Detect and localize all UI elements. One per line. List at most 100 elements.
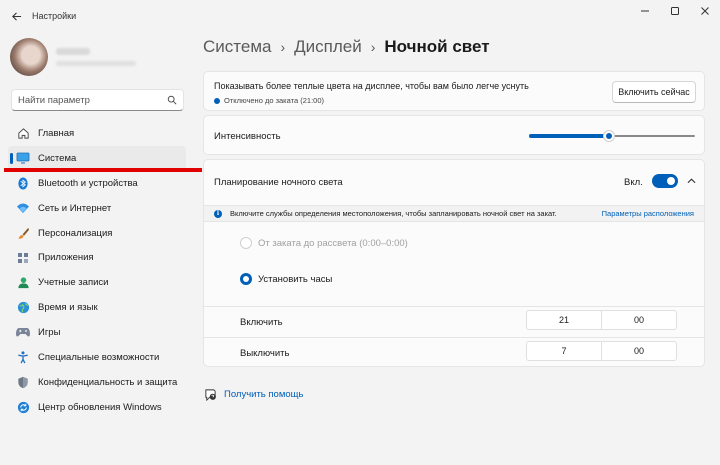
shield-icon xyxy=(16,375,30,389)
bluetooth-icon xyxy=(16,176,30,190)
intensity-card: Интенсивность xyxy=(203,115,705,155)
sidebar-item-home[interactable]: Главная xyxy=(8,121,186,146)
sidebar-item-windows-update[interactable]: Центр обновления Windows xyxy=(8,395,186,420)
minimize-icon xyxy=(641,10,649,12)
breadcrumb-display[interactable]: Дисплей xyxy=(294,37,362,57)
info-text: Включите службы определения местоположен… xyxy=(230,209,557,218)
schedule-card: Планирование ночного света Вкл. i Включи… xyxy=(203,159,705,367)
back-arrow-icon xyxy=(11,11,21,21)
breadcrumb-system[interactable]: Система xyxy=(203,37,271,57)
intensity-label: Интенсивность xyxy=(214,131,281,142)
option-set-hours[interactable]: Установить часы xyxy=(240,273,332,285)
sidebar-item-label: Конфиденциальность и защита xyxy=(38,376,178,388)
turn-on-time-picker[interactable]: 21 00 xyxy=(526,310,677,330)
sidebar-item-accessibility[interactable]: Специальные возможности xyxy=(8,345,186,370)
turn-on-hour[interactable]: 21 xyxy=(527,311,602,329)
avatar xyxy=(10,38,48,76)
turn-off-time-row: Выключить 7 00 xyxy=(204,337,704,366)
location-settings-link[interactable]: Параметры расположения xyxy=(602,209,694,218)
title-bar: Настройки xyxy=(0,0,720,32)
breadcrumb-separator: › xyxy=(280,39,286,55)
intensity-slider[interactable] xyxy=(529,130,695,142)
collapse-button[interactable] xyxy=(684,174,698,188)
sidebar-item-bluetooth[interactable]: Bluetooth и устройства xyxy=(8,171,186,196)
option-sunset-to-sunrise: От заката до рассвета (0:00–0:00) xyxy=(240,237,408,249)
radio-sunset xyxy=(240,237,252,249)
home-icon xyxy=(16,126,30,140)
globe-icon xyxy=(16,301,30,315)
sidebar-item-privacy[interactable]: Конфиденциальность и защита xyxy=(8,370,186,395)
slider-fill xyxy=(529,134,609,138)
brush-icon xyxy=(16,226,30,240)
schedule-header[interactable]: Планирование ночного света Вкл. xyxy=(204,160,704,205)
sidebar-item-label: Игры xyxy=(38,327,61,339)
user-profile[interactable] xyxy=(10,38,136,76)
apps-icon xyxy=(16,251,30,265)
maximize-button[interactable] xyxy=(660,0,690,22)
app-title: Настройки xyxy=(32,11,77,21)
night-light-description: Показывать более теплые цвета на дисплее… xyxy=(214,81,529,91)
turn-off-label: Выключить xyxy=(240,348,290,359)
sidebar-item-label: Время и язык xyxy=(38,302,98,314)
turn-on-now-button[interactable]: Включить сейчас xyxy=(612,81,696,103)
night-light-status: Отключено до заката (21:00) xyxy=(214,96,324,105)
turn-on-time-row: Включить 21 00 xyxy=(204,306,704,337)
turn-on-label: Включить xyxy=(240,317,283,328)
turn-off-time-picker[interactable]: 7 00 xyxy=(526,341,677,361)
sidebar-item-label: Bluetooth и устройства xyxy=(38,177,138,189)
accessibility-icon xyxy=(16,350,30,364)
sidebar-item-label: Специальные возможности xyxy=(38,351,160,363)
sidebar-nav: Главная Система Bluetooth и устройства С… xyxy=(8,121,186,420)
chevron-up-icon xyxy=(687,178,695,184)
sidebar: Главная Система Bluetooth и устройства С… xyxy=(0,32,196,465)
sidebar-item-label: Система xyxy=(38,152,77,164)
maximize-icon xyxy=(671,7,679,15)
help-icon xyxy=(203,387,217,401)
sidebar-item-gaming[interactable]: Игры xyxy=(8,320,186,345)
search-box[interactable] xyxy=(11,89,184,111)
status-text: Отключено до заката (21:00) xyxy=(224,96,325,105)
close-button[interactable] xyxy=(690,0,720,22)
turn-off-minute[interactable]: 00 xyxy=(602,342,676,360)
gamepad-icon xyxy=(16,326,30,340)
schedule-label: Планирование ночного света xyxy=(214,177,343,188)
sidebar-item-label: Приложения xyxy=(38,252,94,264)
info-icon: i xyxy=(214,209,222,218)
profile-info-redacted xyxy=(56,48,136,66)
help-label: Получить помощь xyxy=(224,388,304,400)
slider-thumb[interactable] xyxy=(603,130,615,142)
status-dot-icon xyxy=(214,97,220,104)
turn-on-minute[interactable]: 00 xyxy=(602,311,676,329)
minimize-button[interactable] xyxy=(630,0,660,22)
sidebar-item-label: Учетные записи xyxy=(38,277,109,289)
sidebar-item-label: Главная xyxy=(38,127,75,139)
sidebar-item-network[interactable]: Сеть и Интернет xyxy=(8,196,186,221)
search-input[interactable] xyxy=(18,94,167,106)
location-info-bar: i Включите службы определения местополож… xyxy=(204,205,704,222)
window-controls xyxy=(630,0,720,22)
annotation-red-underline xyxy=(4,168,202,172)
page-title: Ночной свет xyxy=(384,37,490,56)
sidebar-item-label: Сеть и Интернет xyxy=(38,202,112,214)
sidebar-item-time-language[interactable]: Время и язык xyxy=(8,295,186,320)
search-icon xyxy=(167,95,177,105)
system-icon xyxy=(16,151,30,165)
update-icon xyxy=(16,400,30,414)
network-icon xyxy=(16,201,30,215)
sidebar-item-accounts[interactable]: Учетные записи xyxy=(8,270,186,295)
radio-set-hours[interactable] xyxy=(240,273,252,285)
get-help-link[interactable]: Получить помощь xyxy=(203,387,303,401)
close-icon xyxy=(701,7,709,15)
sidebar-item-label: Центр обновления Windows xyxy=(38,401,162,413)
sidebar-item-label: Персонализация xyxy=(38,227,113,239)
back-button[interactable] xyxy=(2,2,30,30)
option-label: От заката до рассвета (0:00–0:00) xyxy=(258,237,408,249)
breadcrumb-separator: › xyxy=(370,39,376,55)
sidebar-item-personalization[interactable]: Персонализация xyxy=(8,221,186,246)
accounts-icon xyxy=(16,276,30,290)
sidebar-item-apps[interactable]: Приложения xyxy=(8,245,186,270)
night-light-card: Показывать более теплые цвета на дисплее… xyxy=(203,71,705,111)
breadcrumb: Система › Дисплей › Ночной свет xyxy=(203,37,490,57)
schedule-toggle[interactable] xyxy=(652,174,678,188)
turn-off-hour[interactable]: 7 xyxy=(527,342,602,360)
